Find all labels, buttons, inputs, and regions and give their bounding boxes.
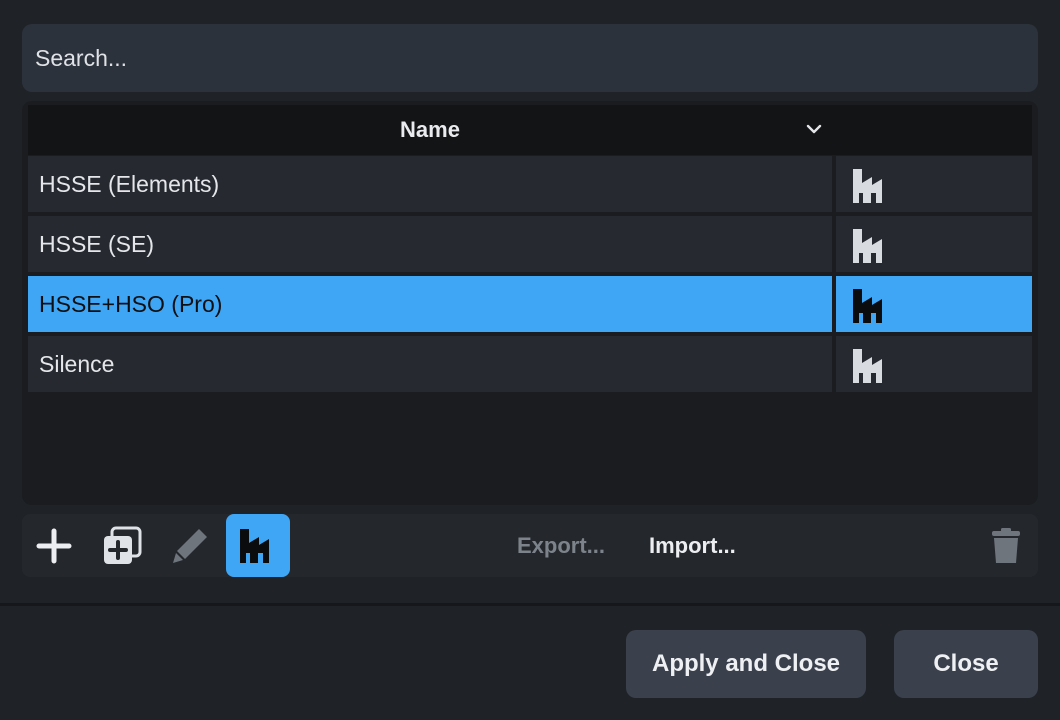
list-row[interactable]: HSSE (SE) [28, 216, 1032, 272]
row-factory-cell [836, 216, 1032, 272]
list-header: Name [28, 105, 1032, 155]
search-placeholder: Search... [35, 44, 128, 71]
factory-icon [853, 289, 882, 323]
chevron-down-icon[interactable] [804, 119, 824, 139]
list-toolbar: Export... Import... [22, 514, 1038, 577]
duplicate-icon [104, 526, 142, 564]
factory-icon [853, 169, 882, 203]
column-header-name[interactable]: Name [28, 105, 832, 155]
factory-icon [853, 349, 882, 383]
row-name: HSSE (Elements) [28, 156, 832, 212]
row-factory-cell [836, 276, 1032, 332]
add-button[interactable] [22, 514, 86, 577]
pencil-icon [173, 528, 207, 563]
search-input[interactable]: Search... [22, 24, 1038, 92]
list-row-selected[interactable]: HSSE+HSO (Pro) [28, 276, 1032, 332]
factory-icon [853, 229, 882, 263]
factory-icon [240, 528, 269, 563]
configuration-list: Name HSSE (Elements) HSSE (SE) HSSE+HSO [22, 101, 1038, 505]
row-name: HSSE+HSO (Pro) [28, 276, 832, 332]
close-button[interactable]: Close [894, 630, 1038, 698]
playback-configurations-dialog: Search... Name HSSE (Elements) HSSE (SE) [0, 0, 1060, 720]
import-button[interactable]: Import... [649, 514, 736, 577]
row-name: HSSE (SE) [28, 216, 832, 272]
list-row[interactable]: HSSE (Elements) [28, 156, 1032, 212]
row-name: Silence [28, 336, 832, 392]
trash-icon [992, 527, 1020, 563]
duplicate-button[interactable] [90, 514, 154, 577]
delete-button [974, 514, 1038, 577]
plus-icon [36, 528, 72, 563]
export-button: Export... [517, 532, 606, 558]
list-row[interactable]: Silence [28, 336, 1032, 392]
factory-button[interactable] [226, 514, 290, 577]
footer-divider [0, 603, 1060, 606]
row-factory-cell [836, 156, 1032, 212]
apply-and-close-button[interactable]: Apply and Close [626, 630, 866, 698]
row-factory-cell [836, 336, 1032, 392]
edit-button [158, 514, 222, 577]
